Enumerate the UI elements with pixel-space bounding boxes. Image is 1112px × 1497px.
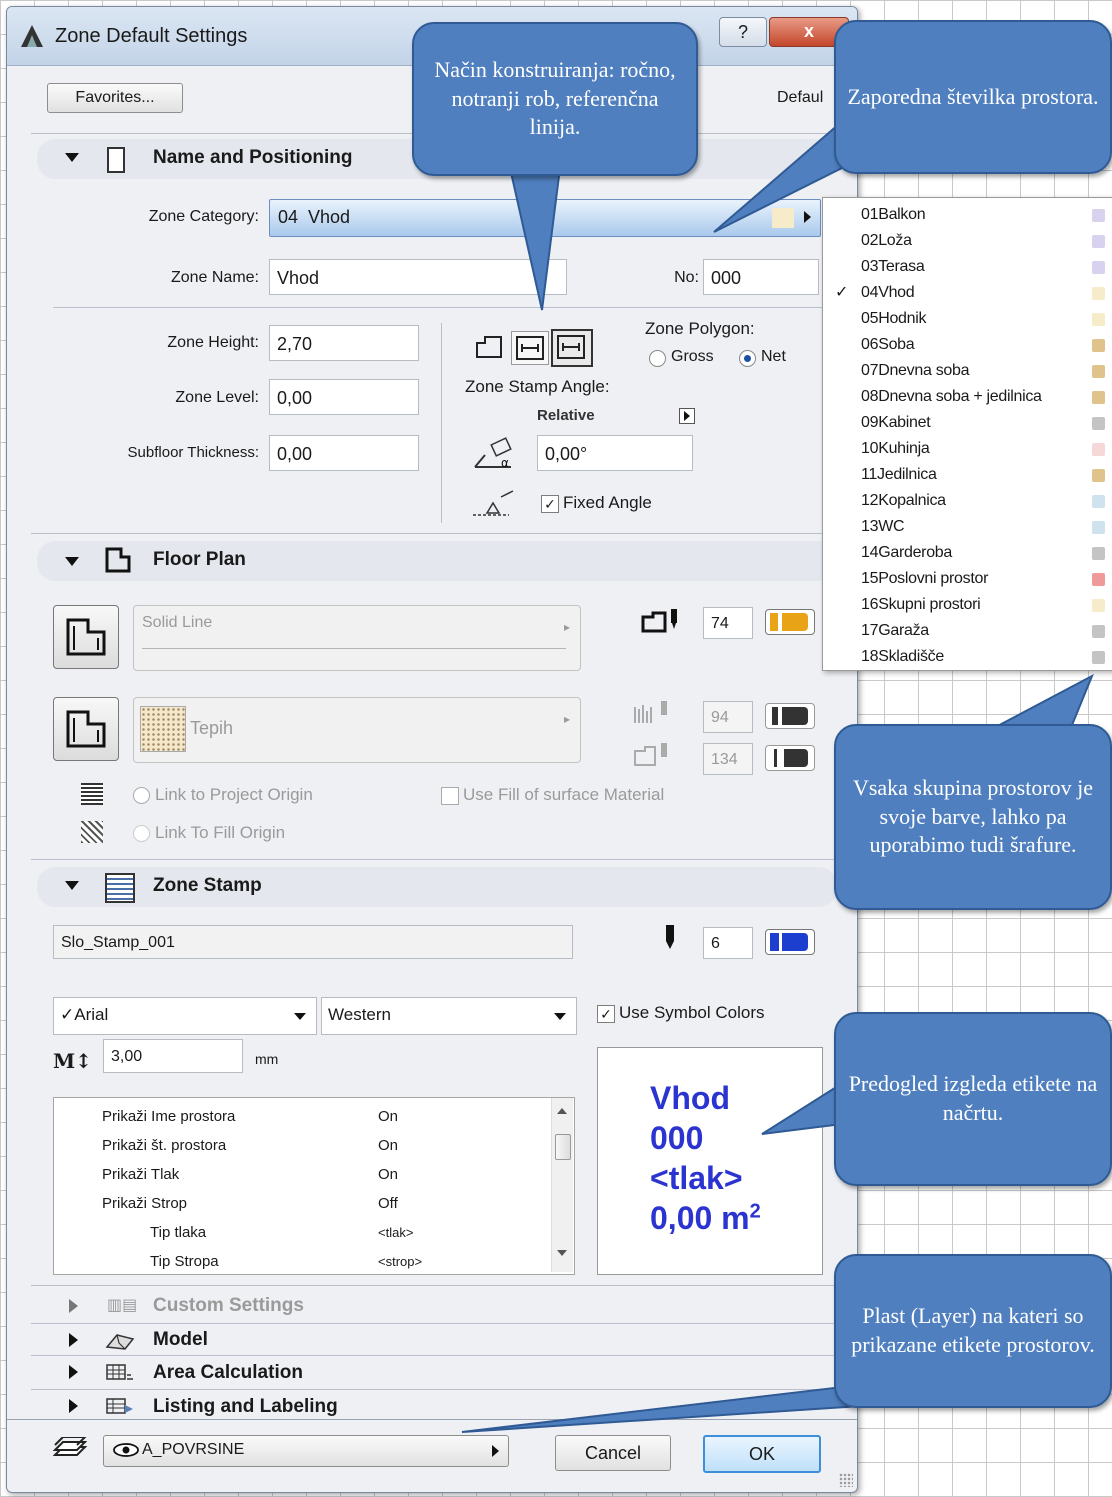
callout-colors-text: Vsaka skupina prostorov je svoje barve, …	[852, 775, 1094, 858]
callout-number-text: Zaporedna številka prostora.	[847, 83, 1099, 109]
callout-colors: Vsaka skupina prostorov je svoje barve, …	[834, 724, 1112, 910]
callout-preview: Predogled izgleda etikete na načrtu.	[834, 1012, 1112, 1186]
callout-zone-number: Zaporedna številka prostora.	[834, 20, 1112, 174]
callout-preview-text: Predogled izgleda etikete na načrtu.	[848, 1071, 1098, 1125]
callout-layer-text: Plast (Layer) na kateri so prikazane eti…	[851, 1303, 1095, 1357]
callout-construction-text: Način konstruiranja: ročno, notranji rob…	[434, 57, 676, 140]
callout-layer: Plast (Layer) na kateri so prikazane eti…	[834, 1254, 1112, 1408]
callout-construction-method: Način konstruiranja: ročno, notranji rob…	[412, 22, 698, 176]
